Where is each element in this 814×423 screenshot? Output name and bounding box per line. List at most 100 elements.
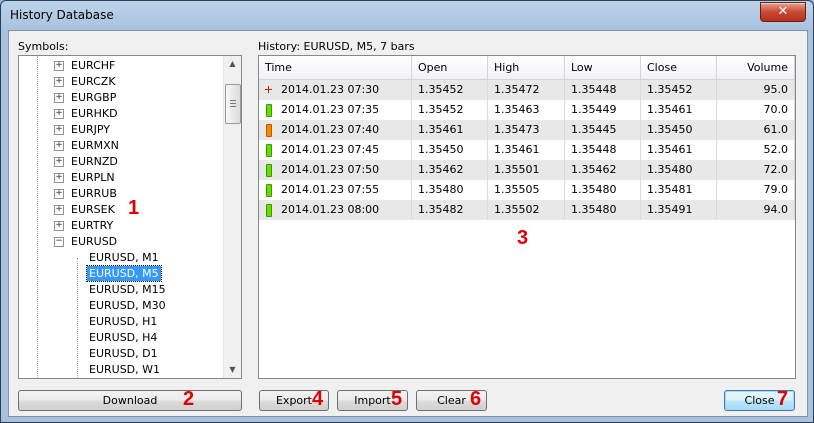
tree-item-symbol[interactable]: + EURTRY (54, 218, 115, 234)
cell-close: 1.35481 (641, 180, 717, 200)
cell-close: 1.35450 (641, 120, 717, 140)
tree-item-label: EURSEK (71, 203, 115, 216)
cell-close-value: 1.35481 (647, 183, 693, 196)
cell-time: 2014.01.23 08:00 (259, 200, 412, 220)
cell-time: 2014.01.23 07:30 (259, 80, 412, 100)
cell-volume: 79.0 (717, 180, 795, 200)
expand-icon[interactable]: + (54, 157, 64, 167)
tree-item-symbol[interactable]: + EURCZK (54, 74, 118, 90)
cell-volume-value: 79.0 (763, 183, 789, 196)
table-row[interactable]: 2014.01.23 07:55 1.35480 1.35505 1.35480 1.3… (259, 180, 795, 201)
tree-item-label: EURPLN (71, 171, 115, 184)
collapse-icon[interactable]: − (54, 237, 64, 247)
tree-item-timeframe[interactable]: EURUSD, H4 (87, 330, 159, 346)
cell-close: 1.35480 (641, 160, 717, 180)
tree-item-timeframe[interactable]: EURUSD, W1 (87, 362, 162, 378)
cell-low: 1.35449 (565, 100, 641, 120)
cell-time-value: 2014.01.23 07:35 (281, 103, 380, 116)
cell-open-value: 1.35452 (418, 83, 464, 96)
history-table[interactable]: Time Open High Low Close Volume 2014.01.23 07:… (258, 55, 796, 379)
expand-icon[interactable]: + (54, 125, 64, 135)
tree-item-label: EURHKD (71, 107, 118, 120)
history-label: History: EURUSD, M5, 7 bars (258, 40, 415, 53)
bull-candle-icon (266, 144, 272, 157)
table-row[interactable]: 2014.01.23 07:45 1.35450 1.35461 1.35448 1.3… (259, 140, 795, 161)
column-header-low[interactable]: Low (565, 56, 641, 80)
symbols-label: Symbols: (18, 40, 69, 53)
cell-low-value: 1.35462 (571, 163, 617, 176)
cell-volume-value: 94.0 (763, 203, 789, 216)
column-header-open[interactable]: Open (412, 56, 488, 80)
tree-item-label: EURUSD, H1 (89, 315, 158, 328)
bear-candle-icon (266, 124, 272, 137)
download-button[interactable]: Download (18, 390, 242, 411)
table-row[interactable]: 2014.01.23 07:30 1.35452 1.35472 1.35448 1.3… (259, 80, 795, 101)
column-header-volume[interactable]: Volume (717, 56, 795, 80)
tree-item-timeframe[interactable]: EURUSD, M1 (87, 250, 161, 266)
expand-icon[interactable]: + (54, 61, 64, 71)
cell-high-value: 1.35461 (494, 143, 540, 156)
tree-item-timeframe[interactable]: EURUSD, H1 (87, 314, 159, 330)
expand-icon[interactable]: + (54, 93, 64, 103)
window-close-button[interactable]: ✕ (760, 2, 806, 22)
tree-guide-line (77, 258, 78, 378)
expand-icon[interactable]: + (54, 109, 64, 119)
tree-item-label: EURUSD (71, 235, 118, 248)
table-row[interactable]: 2014.01.23 08:00 1.35482 1.35502 1.35480 1.3… (259, 200, 795, 221)
cell-time: 2014.01.23 07:35 (259, 100, 412, 120)
tree-item-symbol[interactable]: − EURUSD (54, 234, 119, 250)
tree-item-timeframe[interactable]: EURUSD, M5 (86, 265, 162, 282)
tree-item-symbol[interactable]: + EURPLN (54, 170, 117, 186)
scroll-down-arrow[interactable]: ▼ (224, 362, 241, 378)
expand-icon[interactable]: + (54, 189, 64, 199)
cell-open: 1.35452 (412, 80, 488, 100)
expand-icon[interactable]: + (54, 205, 64, 215)
tree-item-symbol[interactable]: + EURNZD (54, 154, 120, 170)
tree-item-label: EURUSD, M1 (89, 251, 159, 264)
cell-close: 1.35452 (641, 80, 717, 100)
tree-item-timeframe[interactable]: EURUSD, D1 (87, 346, 160, 362)
cell-open-value: 1.35480 (418, 183, 464, 196)
table-row[interactable]: 2014.01.23 07:50 1.35462 1.35501 1.35462 1.3… (259, 160, 795, 181)
callout-3: 3 (517, 227, 529, 249)
tree-item-label: EURTRY (71, 219, 114, 232)
cell-volume: 95.0 (717, 80, 795, 100)
cell-time-value: 2014.01.23 07:45 (281, 143, 380, 156)
table-row[interactable]: 2014.01.23 07:40 1.35461 1.35473 1.35445 1.3… (259, 120, 795, 141)
cell-open-value: 1.35482 (418, 203, 464, 216)
tree-item-symbol[interactable]: + EURCHF (54, 58, 117, 74)
expand-icon[interactable]: + (54, 173, 64, 183)
column-header-time[interactable]: Time (259, 56, 412, 80)
cell-low: 1.35462 (565, 160, 641, 180)
symbols-scrollbar[interactable]: ▲ ▼ (223, 56, 241, 378)
cell-high-value: 1.35473 (494, 123, 540, 136)
scroll-thumb[interactable] (225, 84, 241, 124)
cell-open: 1.35452 (412, 100, 488, 120)
scroll-up-arrow[interactable]: ▲ (224, 56, 241, 72)
cell-volume: 70.0 (717, 100, 795, 120)
cell-close-value: 1.35452 (647, 83, 693, 96)
tree-item-symbol[interactable]: + EURHKD (54, 106, 120, 122)
cell-high: 1.35502 (488, 200, 565, 220)
tree-item-label: EURCHF (71, 59, 116, 72)
title-bar[interactable]: History Database ✕ (1, 1, 813, 29)
tree-item-label: EURUSD, M15 (89, 283, 166, 296)
cell-close: 1.35491 (641, 200, 717, 220)
column-header-high[interactable]: High (488, 56, 565, 80)
bull-candle-icon (266, 164, 272, 177)
tree-item-symbol[interactable]: + EURRUB (54, 186, 119, 202)
tree-item-symbol[interactable]: + EURGBP (54, 90, 118, 106)
tree-item-timeframe[interactable]: EURUSD, M30 (87, 298, 168, 314)
tree-item-symbol[interactable]: + EURMXN (54, 138, 121, 154)
tree-item-symbol[interactable]: + EURJPY (54, 122, 112, 138)
table-row[interactable]: 2014.01.23 07:35 1.35452 1.35463 1.35449 1.3… (259, 100, 795, 121)
tree-item-symbol[interactable]: + EURSEK (54, 202, 117, 218)
expand-icon[interactable]: + (54, 221, 64, 231)
expand-icon[interactable]: + (54, 141, 64, 151)
dialog-client-area: Symbols: History: EURUSD, M5, 7 bars ▲ ▼… (8, 30, 808, 417)
column-header-close[interactable]: Close (641, 56, 717, 80)
tree-item-label: EURJPY (71, 123, 110, 136)
tree-item-timeframe[interactable]: EURUSD, M15 (87, 282, 168, 298)
tree-item-label: EURGBP (71, 91, 117, 104)
expand-icon[interactable]: + (54, 77, 64, 87)
